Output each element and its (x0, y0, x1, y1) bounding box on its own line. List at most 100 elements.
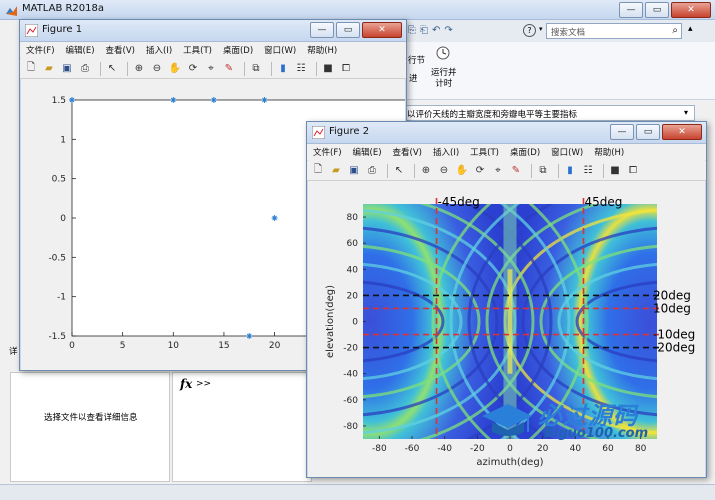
menu-file[interactable]: 文件(F) (26, 44, 55, 56)
rotate-icon[interactable]: ⟳ (186, 62, 200, 76)
advance-label[interactable]: 进 (409, 72, 418, 84)
close-button[interactable]: ✕ (671, 2, 711, 18)
y-tick-label: 20 (347, 291, 359, 301)
y-tick-label: 60 (347, 239, 359, 249)
rotate-icon[interactable]: ⟳ (473, 164, 487, 178)
collapse-ribbon-icon[interactable]: ▴ (688, 24, 693, 34)
zoom-in-icon[interactable]: ⊕ (419, 164, 433, 178)
command-prompt: >> (196, 379, 212, 389)
open-file-icon[interactable]: ▰ (42, 62, 56, 76)
maximize-button[interactable]: ▭ (645, 2, 669, 18)
brush-icon[interactable]: ✎ (222, 62, 236, 76)
maximize-button[interactable]: ▭ (336, 22, 360, 38)
legend-icon[interactable]: ☷ (581, 164, 595, 178)
save-icon[interactable]: ▣ (347, 164, 361, 178)
menu-insert[interactable]: 插入(I) (146, 44, 172, 56)
x-tick-label: -80 (372, 444, 387, 454)
ribbon: 行节 进 运行并 计时 (400, 42, 715, 100)
toolbar-separator (414, 163, 415, 178)
toolbar-separator (387, 163, 388, 178)
toolbar-separator (271, 61, 272, 76)
show-tools-icon[interactable]: ⧠ (339, 62, 353, 76)
zoom-in-icon[interactable]: ⊕ (132, 62, 146, 76)
save-icon[interactable]: ▣ (60, 62, 74, 76)
zoom-out-icon[interactable]: ⊖ (437, 164, 451, 178)
menu-tools[interactable]: 工具(T) (183, 44, 212, 56)
menu-help[interactable]: 帮助(H) (307, 44, 337, 56)
minimize-button[interactable]: — (310, 22, 334, 38)
toolbar-separator (100, 61, 101, 76)
fx-icon[interactable]: fx (180, 377, 192, 391)
search-box[interactable]: 搜索文档 ⌕ (546, 23, 682, 39)
menu-view[interactable]: 查看(V) (393, 146, 422, 158)
y-tick-label: 1 (60, 135, 66, 145)
watermark-en: Biguo100.com (544, 426, 649, 441)
link-plot-icon[interactable]: ⧉ (249, 62, 263, 76)
help-icon[interactable]: ? (523, 24, 536, 37)
left-panel-tab-label[interactable]: 详 (9, 345, 18, 357)
y-tick-label: 40 (347, 265, 359, 275)
command-window[interactable]: fx >> (172, 372, 312, 482)
brush-icon[interactable]: ✎ (509, 164, 523, 178)
dropdown-arrow-icon[interactable]: ▾ (539, 25, 543, 33)
y-tick-label: -60 (343, 396, 358, 406)
close-button[interactable]: ✕ (362, 22, 402, 38)
new-figure-icon[interactable]: 🗋 (311, 164, 325, 178)
run-section-label[interactable]: 行节 (408, 54, 425, 66)
x-tick-label: 0 (69, 341, 75, 351)
menu-edit[interactable]: 编辑(E) (66, 44, 95, 56)
new-figure-icon[interactable]: 🗋 (24, 62, 38, 76)
edit-plot-icon[interactable]: ↖ (105, 62, 119, 76)
figure1-titlebar[interactable]: Figure 1 — ▭ ✕ (20, 20, 406, 42)
menu-window[interactable]: 窗口(W) (264, 44, 296, 56)
hide-tools-icon[interactable]: ■ (321, 62, 335, 76)
data-cursor-icon[interactable]: ⌖ (491, 164, 505, 178)
zoom-out-icon[interactable]: ⊖ (150, 62, 164, 76)
pan-icon[interactable]: ✋ (168, 62, 182, 76)
matlab-logo-icon (5, 4, 18, 17)
elevation-reference-label: -20deg (653, 341, 695, 355)
maximize-button[interactable]: ▭ (636, 124, 660, 140)
menu-desktop[interactable]: 桌面(D) (223, 44, 253, 56)
print-icon[interactable]: ⎙ (365, 164, 379, 178)
figure2-titlebar[interactable]: Figure 2 — ▭ ✕ (307, 122, 706, 144)
figure1-caption-buttons: — ▭ ✕ (310, 22, 402, 38)
minimize-button[interactable]: — (619, 2, 643, 18)
minimize-button[interactable]: — (610, 124, 634, 140)
menu-desktop[interactable]: 桌面(D) (510, 146, 540, 158)
current-folder-bar[interactable]: 以评价天线的主瓣宽度和旁瓣电平等主要指标 (400, 105, 695, 121)
colorbar-icon[interactable]: ▮ (276, 62, 290, 76)
figure2-title: Figure 2 (329, 126, 370, 137)
menu-edit[interactable]: 编辑(E) (353, 146, 382, 158)
colorbar-icon[interactable]: ▮ (563, 164, 577, 178)
run-and-time-icon[interactable] (436, 46, 450, 63)
menu-help[interactable]: 帮助(H) (594, 146, 624, 158)
search-input[interactable]: 搜索文档 (551, 26, 585, 38)
menu-file[interactable]: 文件(F) (313, 146, 342, 158)
y-tick-label: -40 (343, 370, 358, 380)
search-icon[interactable]: ⌕ (672, 25, 678, 36)
toolbar-small-icons[interactable]: ⎘⎗↶↷ (408, 25, 457, 36)
figure2-caption-buttons: — ▭ ✕ (610, 124, 702, 140)
close-button[interactable]: ✕ (662, 124, 702, 140)
legend-icon[interactable]: ☷ (294, 62, 308, 76)
menu-window[interactable]: 窗口(W) (551, 146, 583, 158)
menu-tools[interactable]: 工具(T) (470, 146, 499, 158)
path-dropdown-icon[interactable]: ▾ (684, 108, 688, 117)
elevation-reference-label: 20deg (653, 288, 691, 302)
figure1-title: Figure 1 (42, 24, 83, 35)
data-cursor-icon[interactable]: ⌖ (204, 62, 218, 76)
link-plot-icon[interactable]: ⧉ (536, 164, 550, 178)
details-panel: 选择文件以查看详细信息 (10, 372, 170, 482)
edit-plot-icon[interactable]: ↖ (392, 164, 406, 178)
elevation-reference-label: -10deg (653, 328, 695, 342)
open-file-icon[interactable]: ▰ (329, 164, 343, 178)
menu-insert[interactable]: 插入(I) (433, 146, 459, 158)
menu-view[interactable]: 查看(V) (106, 44, 135, 56)
print-icon[interactable]: ⎙ (78, 62, 92, 76)
toolbar-separator (531, 163, 532, 178)
run-and-time-label[interactable]: 运行并 计时 (431, 68, 457, 90)
show-tools-icon[interactable]: ⧠ (626, 164, 640, 178)
pan-icon[interactable]: ✋ (455, 164, 469, 178)
hide-tools-icon[interactable]: ■ (608, 164, 622, 178)
